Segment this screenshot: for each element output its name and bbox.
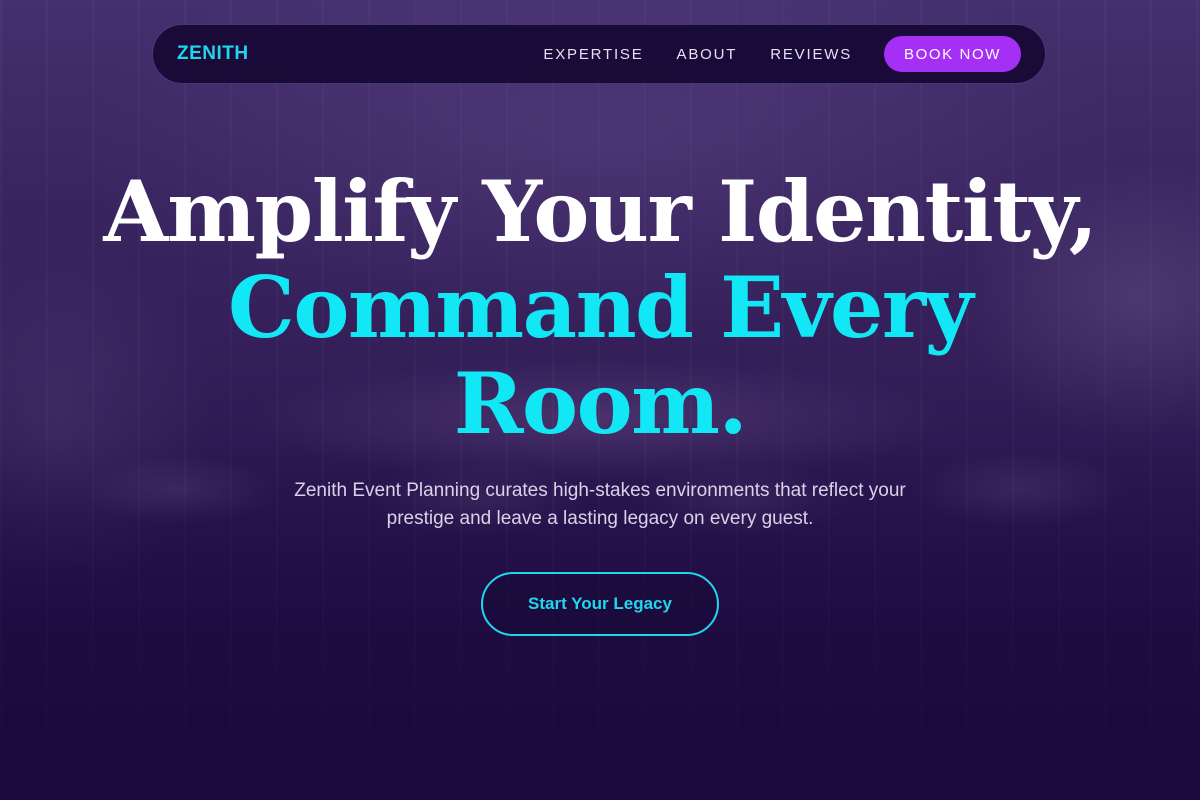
- headline-line-3: Room.: [453, 354, 748, 453]
- headline-line-1: Amplify Your Identity,: [103, 162, 1098, 261]
- nav-link-about[interactable]: ABOUT: [677, 46, 738, 63]
- start-your-legacy-button[interactable]: Start Your Legacy: [481, 572, 719, 636]
- book-now-button[interactable]: BOOK NOW: [884, 36, 1021, 72]
- top-navbar: ZENITH EXPERTISE ABOUT REVIEWS BOOK NOW: [152, 24, 1046, 84]
- brand-logo[interactable]: ZENITH: [177, 43, 249, 65]
- hero-headline: Amplify Your Identity, Command Every Roo…: [0, 164, 1200, 452]
- nav-link-reviews[interactable]: REVIEWS: [770, 46, 852, 63]
- nav-links: EXPERTISE ABOUT REVIEWS BOOK NOW: [510, 36, 1021, 72]
- nav-link-expertise[interactable]: EXPERTISE: [543, 46, 643, 63]
- headline-line-2: Command Every: [228, 258, 973, 357]
- hero-subtext: Zenith Event Planning curates high-stake…: [294, 480, 906, 529]
